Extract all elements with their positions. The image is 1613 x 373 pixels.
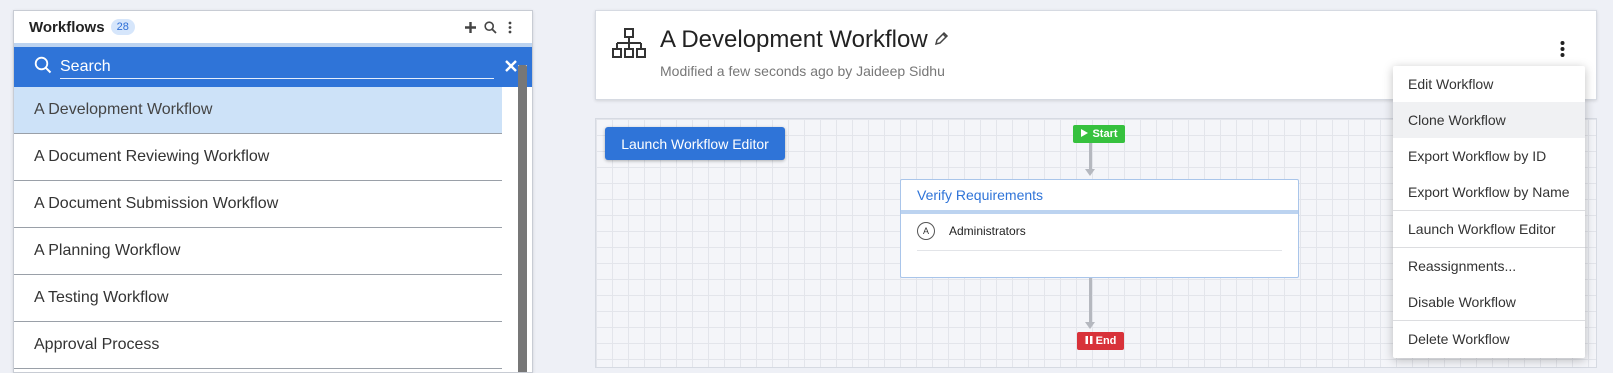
workflow-list: A Development Workflow A Document Review… xyxy=(14,87,502,369)
panel-title: Workflows xyxy=(29,18,105,36)
task-assignee-row: A Administrators xyxy=(917,222,1282,251)
search-icon[interactable] xyxy=(483,20,497,34)
search-input[interactable] xyxy=(60,55,494,79)
list-item[interactable]: A Planning Workflow xyxy=(14,228,502,275)
task-node[interactable]: Verify Requirements A Administrators xyxy=(900,179,1299,278)
task-title: Verify Requirements xyxy=(901,180,1298,214)
launch-workflow-editor-button[interactable]: Launch Workflow Editor xyxy=(605,127,785,160)
pause-icon xyxy=(1085,335,1093,348)
end-node[interactable]: End xyxy=(1077,332,1124,350)
connector-line xyxy=(1089,143,1092,169)
list-item[interactable]: A Testing Workflow xyxy=(14,275,502,322)
scrollbar[interactable] xyxy=(518,65,527,372)
list-item[interactable]: A Document Submission Workflow xyxy=(14,181,502,228)
pencil-icon[interactable] xyxy=(934,31,951,48)
play-icon xyxy=(1080,128,1089,141)
more-vertical-icon[interactable] xyxy=(1560,40,1570,60)
menu-item-clone-workflow[interactable]: Clone Workflow xyxy=(1393,102,1585,138)
menu-item-edit-workflow[interactable]: Edit Workflow xyxy=(1393,66,1585,102)
page-title: A Development Workflow xyxy=(660,26,928,53)
workflows-panel-header: Workflows 28 xyxy=(14,11,532,47)
list-item[interactable]: A Document Reviewing Workflow xyxy=(14,134,502,181)
avatar: A xyxy=(917,222,935,240)
menu-item-reassignments[interactable]: Reassignments... xyxy=(1393,248,1585,284)
connector-line xyxy=(1089,278,1092,322)
menu-item-export-by-id[interactable]: Export Workflow by ID xyxy=(1393,138,1585,174)
end-label: End xyxy=(1095,335,1117,347)
workflow-actions-menu: Edit Workflow Clone Workflow Export Work… xyxy=(1393,66,1585,358)
arrow-head xyxy=(1085,169,1095,176)
assignee-name: Administrators xyxy=(949,224,1026,238)
start-node[interactable]: Start xyxy=(1073,125,1125,143)
list-item[interactable]: Approval Process xyxy=(14,322,502,369)
arrow-head xyxy=(1085,322,1095,329)
search-icon xyxy=(34,56,52,79)
workflow-count-badge: 28 xyxy=(110,19,135,35)
plus-icon[interactable] xyxy=(463,20,477,34)
menu-item-disable-workflow[interactable]: Disable Workflow xyxy=(1393,284,1585,320)
list-item[interactable]: A Development Workflow xyxy=(14,87,502,134)
modified-info: Modified a few seconds ago by Jaideep Si… xyxy=(660,63,945,79)
panel-actions xyxy=(463,20,517,34)
menu-item-launch-editor[interactable]: Launch Workflow Editor xyxy=(1393,211,1585,247)
scrollbar-thumb[interactable] xyxy=(518,65,527,372)
menu-item-export-by-name[interactable]: Export Workflow by Name xyxy=(1393,174,1585,210)
menu-item-delete-workflow[interactable]: Delete Workflow xyxy=(1393,321,1585,357)
search-bar xyxy=(14,47,532,87)
hierarchy-icon xyxy=(612,27,646,61)
more-vertical-icon[interactable] xyxy=(503,20,517,34)
start-label: Start xyxy=(1092,128,1118,140)
workflows-panel: Workflows 28 A Development Workflow A Do… xyxy=(13,10,533,373)
